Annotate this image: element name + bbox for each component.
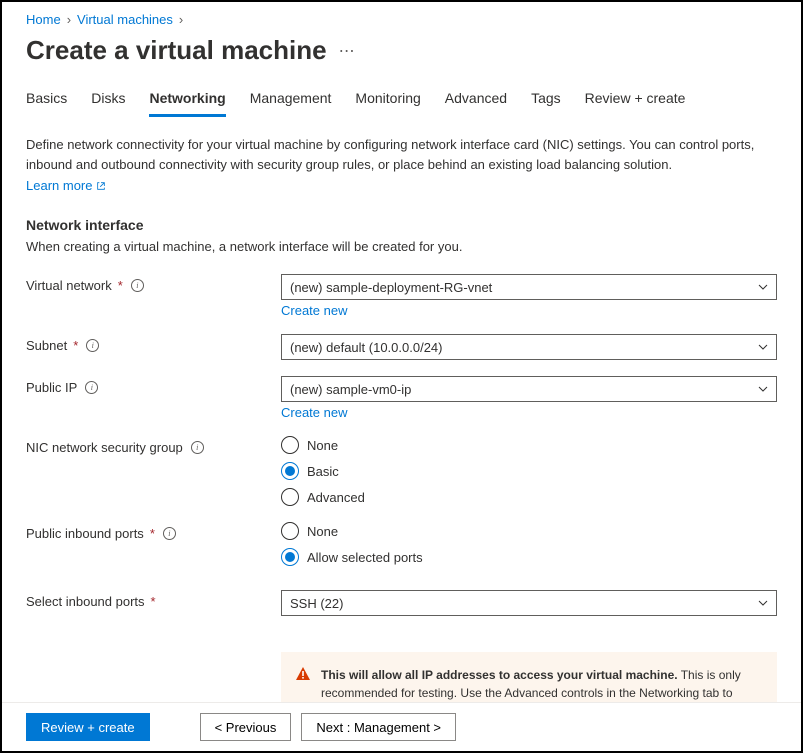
learn-more-label: Learn more [26, 178, 92, 193]
radio-label: None [307, 524, 338, 539]
section-heading-network-interface: Network interface [26, 217, 777, 233]
subnet-select[interactable]: (new) default (10.0.0.0/24) [281, 334, 777, 360]
breadcrumb-virtual-machines[interactable]: Virtual machines [77, 12, 173, 27]
virtual-network-value: (new) sample-deployment-RG-vnet [290, 280, 492, 295]
radio-label: Basic [307, 464, 339, 479]
radio-nsg-basic[interactable]: Basic [281, 462, 777, 480]
tab-management[interactable]: Management [250, 84, 332, 117]
tab-basics[interactable]: Basics [26, 84, 67, 117]
chevron-right-icon: › [67, 12, 71, 27]
create-new-vnet-link[interactable]: Create new [281, 303, 347, 318]
tab-networking[interactable]: Networking [149, 84, 225, 117]
tab-disks[interactable]: Disks [91, 84, 125, 117]
label-public-ip: Public IP [26, 380, 77, 395]
info-icon[interactable]: i [131, 279, 144, 292]
radio-label: None [307, 438, 338, 453]
tab-monitoring[interactable]: Monitoring [355, 84, 420, 117]
page-title: Create a virtual machine [26, 35, 327, 66]
label-virtual-network: Virtual network [26, 278, 112, 293]
external-link-icon [96, 181, 106, 191]
warning-bold-text: This will allow all IP addresses to acce… [321, 668, 678, 682]
required-indicator: * [150, 526, 155, 541]
learn-more-link[interactable]: Learn more [26, 178, 106, 193]
breadcrumb-home[interactable]: Home [26, 12, 61, 27]
radio-icon [281, 522, 299, 540]
virtual-network-select[interactable]: (new) sample-deployment-RG-vnet [281, 274, 777, 300]
info-icon[interactable]: i [86, 339, 99, 352]
tab-advanced[interactable]: Advanced [445, 84, 507, 117]
more-actions-icon[interactable]: ⋯ [339, 41, 355, 61]
required-indicator: * [118, 278, 123, 293]
info-icon[interactable]: i [85, 381, 98, 394]
radio-label: Allow selected ports [307, 550, 423, 565]
public-ip-select[interactable]: (new) sample-vm0-ip [281, 376, 777, 402]
warning-icon [295, 666, 311, 682]
create-new-public-ip-link[interactable]: Create new [281, 405, 347, 420]
label-nsg: NIC network security group [26, 440, 183, 455]
required-indicator: * [151, 594, 156, 609]
previous-button[interactable]: < Previous [200, 713, 292, 741]
public-ip-value: (new) sample-vm0-ip [290, 382, 411, 397]
radio-icon [281, 436, 299, 454]
tab-tags[interactable]: Tags [531, 84, 561, 117]
radio-icon [281, 488, 299, 506]
radio-selected-icon [281, 548, 299, 566]
select-ports-value: SSH (22) [290, 596, 343, 611]
review-create-button[interactable]: Review + create [26, 713, 150, 741]
radio-ports-allow-selected[interactable]: Allow selected ports [281, 548, 777, 566]
info-icon[interactable]: i [163, 527, 176, 540]
chevron-right-icon: › [179, 12, 183, 27]
label-subnet: Subnet [26, 338, 67, 353]
required-indicator: * [73, 338, 78, 353]
section-subtext: When creating a virtual machine, a netwo… [26, 239, 777, 254]
tab-description: Define network connectivity for your vir… [26, 135, 777, 174]
radio-selected-icon [281, 462, 299, 480]
radio-label: Advanced [307, 490, 365, 505]
radio-nsg-advanced[interactable]: Advanced [281, 488, 777, 506]
radio-nsg-none[interactable]: None [281, 436, 777, 454]
tab-bar: Basics Disks Networking Management Monit… [26, 84, 777, 117]
label-inbound-ports: Public inbound ports [26, 526, 144, 541]
label-select-ports: Select inbound ports [26, 594, 145, 609]
subnet-value: (new) default (10.0.0.0/24) [290, 340, 442, 355]
wizard-footer: Review + create < Previous Next : Manage… [2, 702, 801, 751]
next-button[interactable]: Next : Management > [301, 713, 456, 741]
tab-review-create[interactable]: Review + create [585, 84, 686, 117]
info-icon[interactable]: i [191, 441, 204, 454]
select-inbound-ports[interactable]: SSH (22) [281, 590, 777, 616]
breadcrumb: Home › Virtual machines › [26, 12, 777, 27]
radio-ports-none[interactable]: None [281, 522, 777, 540]
